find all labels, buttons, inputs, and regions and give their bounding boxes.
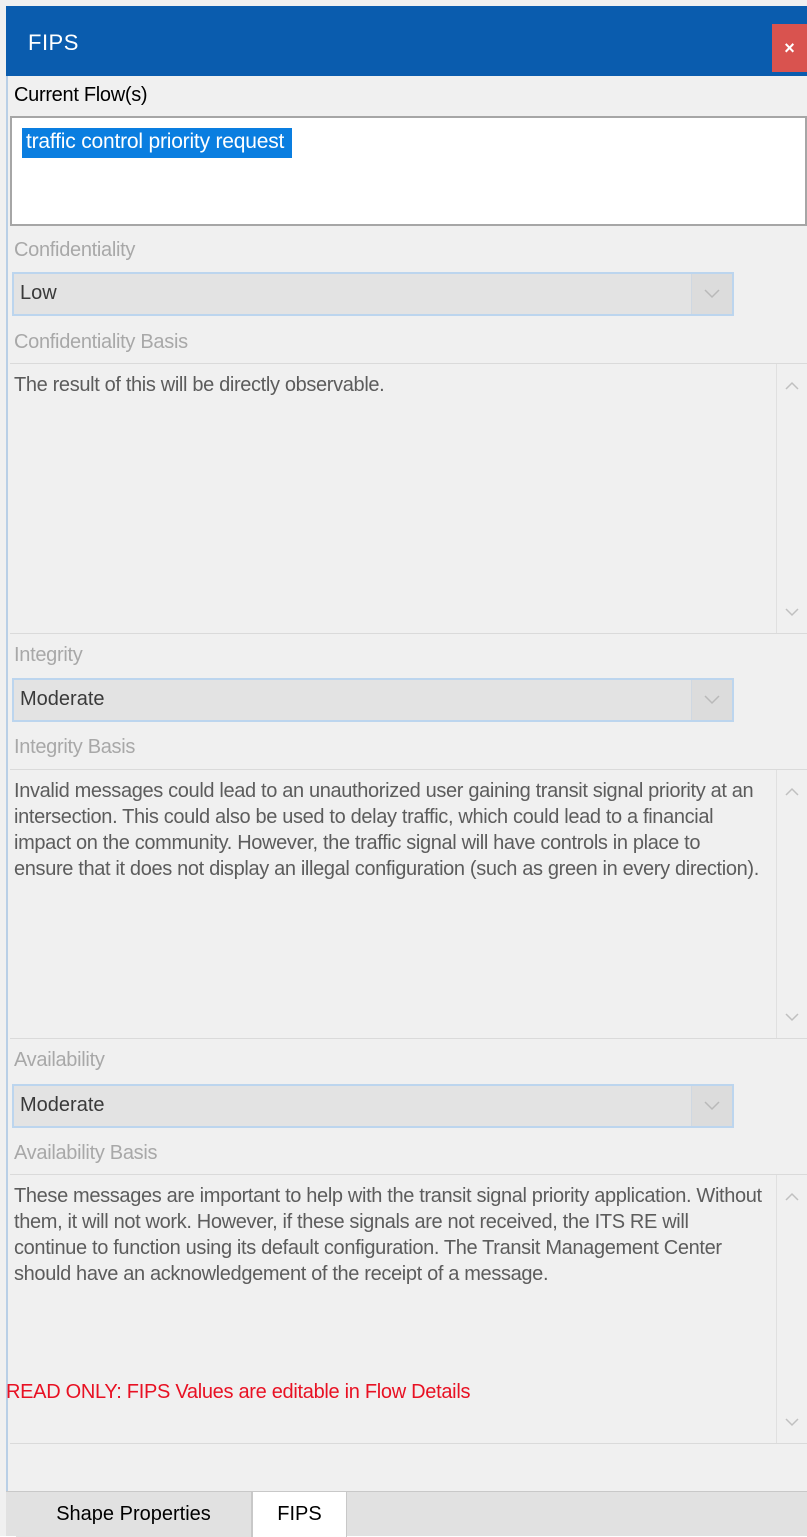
confidentiality-basis-textarea[interactable]: The result of this will be directly obse…	[10, 363, 807, 634]
flow-list-item-selected[interactable]: traffic control priority request	[22, 128, 293, 158]
chevron-up-icon[interactable]	[777, 370, 807, 400]
integrity-basis-label: Integrity Basis	[14, 736, 136, 758]
availability-label: Availability	[14, 1049, 105, 1071]
chevron-down-icon[interactable]	[691, 680, 732, 720]
tab-label: FIPS	[277, 1503, 322, 1525]
chevron-down-icon[interactable]	[777, 597, 807, 627]
integrity-label: Integrity	[14, 644, 83, 666]
readonly-notice: READ ONLY: FIPS Values are editable in F…	[6, 1381, 471, 1403]
availability-select[interactable]: Moderate	[12, 1084, 734, 1128]
integrity-basis-text: Invalid messages could lead to an unauth…	[14, 780, 759, 880]
panel-content: Current Flow(s) traffic control priority…	[6, 76, 807, 1491]
availability-basis-label: Availability Basis	[14, 1142, 158, 1164]
availability-basis-text: These messages are important to help wit…	[14, 1185, 762, 1285]
chevron-down-icon[interactable]	[777, 1407, 807, 1437]
chevron-down-icon[interactable]	[777, 1002, 807, 1032]
confidentiality-basis-text: The result of this will be directly obse…	[14, 374, 385, 396]
chevron-up-icon[interactable]	[777, 1181, 807, 1211]
confidentiality-label: Confidentiality	[14, 239, 136, 261]
integrity-select[interactable]: Moderate	[12, 678, 734, 722]
current-flows-label: Current Flow(s)	[14, 84, 148, 106]
confidentiality-basis-label: Confidentiality Basis	[14, 331, 188, 353]
tab-shape-properties[interactable]: Shape Properties	[16, 1492, 252, 1537]
scrollbar[interactable]	[776, 1175, 807, 1443]
chevron-down-icon[interactable]	[691, 1086, 732, 1126]
close-button[interactable]: ×	[772, 24, 807, 72]
integrity-basis-textarea[interactable]: Invalid messages could lead to an unauth…	[10, 769, 807, 1039]
current-flows-list[interactable]: traffic control priority request	[10, 116, 807, 226]
fips-panel: FIPS × Current Flow(s) traffic control p…	[0, 0, 807, 1537]
integrity-select-value: Moderate	[20, 688, 105, 710]
close-icon: ×	[784, 37, 795, 58]
scrollbar[interactable]	[776, 364, 807, 633]
tab-label: Shape Properties	[56, 1503, 211, 1525]
confidentiality-select[interactable]: Low	[12, 272, 734, 316]
chevron-up-icon[interactable]	[777, 776, 807, 806]
scrollbar[interactable]	[776, 770, 807, 1038]
tab-fips[interactable]: FIPS	[252, 1492, 347, 1537]
window-title: FIPS	[28, 30, 79, 55]
confidentiality-select-value: Low	[20, 282, 57, 304]
availability-select-value: Moderate	[20, 1094, 105, 1116]
title-bar: FIPS ×	[6, 6, 807, 76]
tab-bar: Shape Properties FIPS	[6, 1491, 807, 1537]
chevron-down-icon[interactable]	[691, 274, 732, 314]
